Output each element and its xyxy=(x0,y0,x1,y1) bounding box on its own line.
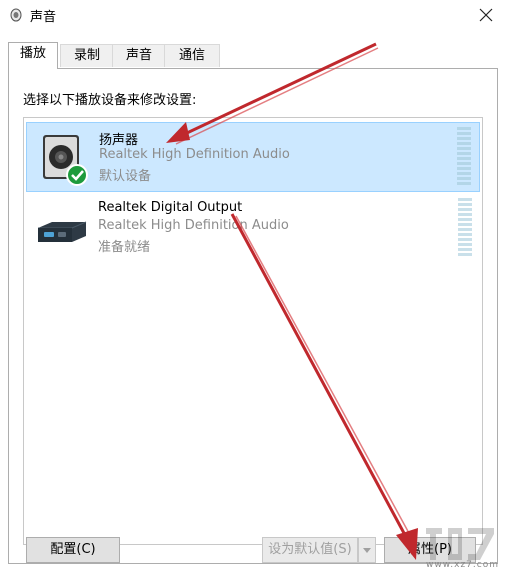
device-driver: Realtek High Definition Audio xyxy=(98,218,289,233)
window-title: 声音 xyxy=(30,10,57,25)
volume-meter xyxy=(457,127,473,185)
tab-sounds[interactable]: 声音 xyxy=(112,44,166,67)
device-status: 默认设备 xyxy=(99,169,152,184)
device-status: 准备就绪 xyxy=(98,240,151,255)
instruction-label: 选择以下播放设备来修改设置: xyxy=(23,93,197,108)
tab-communications[interactable]: 通信 xyxy=(164,44,220,67)
title-bar: 声音 xyxy=(0,0,506,30)
device-name: Realtek Digital Output xyxy=(98,200,243,215)
speaker-icon xyxy=(43,135,88,186)
configure-button[interactable]: 配置(C) xyxy=(26,537,120,563)
chevron-down-icon xyxy=(363,548,371,553)
close-button[interactable] xyxy=(466,0,506,30)
volume-meter xyxy=(458,198,474,256)
close-icon xyxy=(479,8,493,22)
device-driver: Realtek High Definition Audio xyxy=(99,147,290,162)
watermark-text: www.xz7.com xyxy=(426,560,499,570)
digital-output-icon xyxy=(38,221,87,242)
playback-panel: 选择以下播放设备来修改设置: 扬声器 Realtek High Definiti… xyxy=(8,68,498,564)
device-list[interactable]: 扬声器 Realtek High Definition Audio 默认设备 R… xyxy=(23,117,483,545)
speaker-app-icon xyxy=(10,8,22,22)
device-name: 扬声器 xyxy=(99,133,139,148)
device-item-digital-output[interactable]: Realtek Digital Output Realtek High Defi… xyxy=(26,194,480,264)
set-default-button[interactable]: 设为默认值(S) xyxy=(262,537,358,563)
tab-recording[interactable]: 录制 xyxy=(60,44,114,67)
default-check-icon xyxy=(66,164,88,186)
set-default-dropdown[interactable] xyxy=(358,537,376,563)
tab-playback[interactable]: 播放 xyxy=(8,42,58,69)
device-item-speaker[interactable]: 扬声器 Realtek High Definition Audio 默认设备 xyxy=(26,122,480,192)
